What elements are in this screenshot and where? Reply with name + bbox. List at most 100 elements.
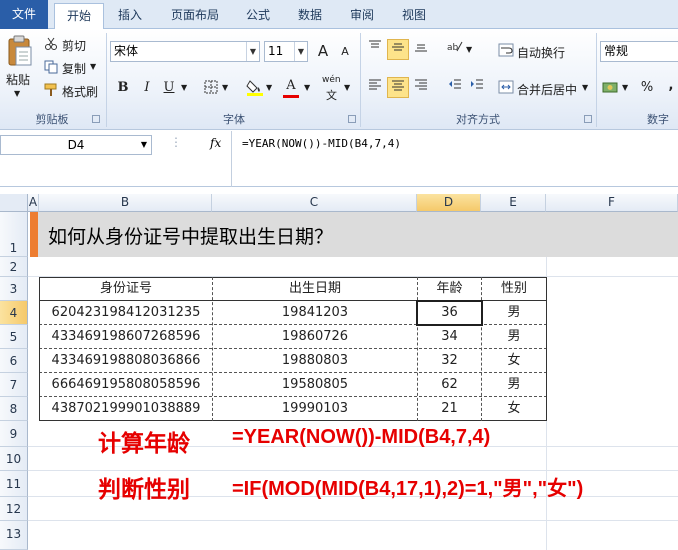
table-cell-id[interactable]: 666469195808058596 — [40, 373, 212, 397]
row-header-3[interactable]: 3 — [0, 277, 28, 301]
tab-review[interactable]: 审阅 — [340, 3, 384, 29]
table-cell-gender[interactable]: 男 — [482, 373, 546, 397]
underline-dropdown-icon[interactable]: ▼ — [181, 83, 187, 92]
column-header-a[interactable]: A — [28, 194, 39, 212]
currency-dropdown-icon[interactable]: ▼ — [622, 83, 628, 92]
align-right-icon[interactable] — [410, 77, 432, 98]
row-header-5[interactable]: 5 — [0, 325, 28, 349]
phonetic-guide-button[interactable]: wén — [322, 75, 341, 85]
orientation-icon[interactable]: ab — [444, 39, 466, 60]
table-cell-birth[interactable]: 19580805 — [213, 373, 417, 397]
table-header-id[interactable]: 身份证号 — [40, 277, 212, 301]
table-cell-birth[interactable]: 19990103 — [213, 397, 417, 421]
row-header-6[interactable]: 6 — [0, 349, 28, 373]
tab-file[interactable]: 文件 — [0, 0, 48, 29]
table-cell-gender[interactable]: 男 — [482, 301, 546, 325]
table-cell-gender[interactable]: 女 — [482, 397, 546, 421]
increase-indent-icon[interactable] — [466, 77, 488, 98]
table-cell-id[interactable]: 438702199901038889 — [40, 397, 212, 421]
currency-format-icon[interactable] — [602, 80, 620, 97]
tab-data[interactable]: 数据 — [288, 3, 332, 29]
align-middle-icon[interactable] — [387, 39, 409, 60]
row-header-2[interactable]: 2 — [0, 257, 28, 277]
fill-color-dropdown-icon[interactable]: ▼ — [266, 83, 272, 92]
borders-icon[interactable] — [204, 80, 218, 97]
table-cell-birth[interactable]: 19841203 — [213, 301, 417, 325]
align-bottom-icon[interactable] — [410, 39, 432, 60]
row-header-12[interactable]: 12 — [0, 497, 28, 521]
merge-center-button[interactable]: 合并后居中 — [517, 81, 577, 98]
row-header-10[interactable]: 10 — [0, 447, 28, 471]
fill-color-icon[interactable] — [246, 78, 264, 99]
paste-button[interactable]: 粘贴 — [6, 71, 30, 88]
tab-formulas[interactable]: 公式 — [236, 3, 280, 29]
tab-page-layout[interactable]: 页面布局 — [160, 3, 230, 29]
tab-insert[interactable]: 插入 — [108, 3, 152, 29]
table-cell-gender[interactable]: 男 — [482, 325, 546, 349]
table-cell-id[interactable]: 620423198412031235 — [40, 301, 212, 325]
grow-font-button[interactable]: A — [312, 41, 334, 62]
merge-dropdown-icon[interactable]: ▼ — [582, 83, 588, 92]
orientation-dropdown-icon[interactable]: ▼ — [466, 45, 472, 54]
copy-button[interactable]: 复制 — [62, 60, 86, 77]
column-header-f[interactable]: F — [546, 194, 678, 212]
table-header-age[interactable]: 年龄 — [418, 277, 481, 301]
table-cell-age[interactable]: 34 — [418, 325, 481, 349]
comma-style-button[interactable]: , — [660, 75, 678, 96]
row-header-4[interactable]: 4 — [0, 301, 28, 325]
font-launcher-icon[interactable] — [348, 115, 356, 123]
paste-icon[interactable] — [6, 35, 34, 67]
decrease-indent-icon[interactable] — [444, 77, 466, 98]
row-header-7[interactable]: 7 — [0, 373, 28, 397]
row-header-11[interactable]: 11 — [0, 471, 28, 497]
borders-dropdown-icon[interactable]: ▼ — [222, 83, 228, 92]
italic-button[interactable]: I — [136, 77, 158, 98]
wrap-text-button[interactable]: 自动换行 — [517, 44, 565, 61]
row-header-9[interactable]: 9 — [0, 421, 28, 447]
svg-text:ab: ab — [447, 43, 459, 53]
font-color-dropdown-icon[interactable]: ▼ — [304, 83, 310, 92]
underline-button[interactable]: U — [158, 77, 180, 98]
shrink-font-button[interactable]: A — [334, 41, 356, 62]
tab-view[interactable]: 视图 — [392, 3, 436, 29]
alignment-launcher-icon[interactable] — [584, 115, 592, 123]
column-header-e[interactable]: E — [481, 194, 546, 212]
table-cell-birth[interactable]: 19860726 — [213, 325, 417, 349]
percent-style-button[interactable]: % — [636, 77, 658, 98]
table-cell-birth[interactable]: 19880803 — [213, 349, 417, 373]
row-header-1[interactable]: 1 — [0, 212, 28, 257]
font-name-select[interactable]: 宋体 ▼ — [110, 41, 260, 62]
format-painter-button[interactable]: 格式刷 — [62, 83, 98, 100]
table-header-gender[interactable]: 性别 — [482, 277, 546, 301]
font-color-button[interactable]: A — [280, 75, 302, 96]
insert-function-button[interactable]: fx — [210, 136, 221, 150]
row-header-13[interactable]: 13 — [0, 521, 28, 550]
table-cell-age[interactable]: 21 — [418, 397, 481, 421]
tab-home[interactable]: 开始 — [54, 3, 104, 30]
column-header-c[interactable]: C — [212, 194, 417, 212]
table-cell-gender[interactable]: 女 — [482, 349, 546, 373]
column-header-b[interactable]: B — [39, 194, 212, 212]
bold-button[interactable]: B — [112, 77, 134, 98]
align-left-icon[interactable] — [364, 77, 386, 98]
copy-dropdown-icon[interactable]: ▼ — [90, 62, 96, 71]
font-size-select[interactable]: 11 ▼ — [264, 41, 308, 62]
table-cell-age[interactable]: 62 — [418, 373, 481, 397]
paste-dropdown-icon[interactable]: ▼ — [14, 89, 20, 98]
select-all-button[interactable] — [0, 194, 28, 212]
table-cell-id[interactable]: 433469198607268596 — [40, 325, 212, 349]
name-box[interactable]: D4 ▼ — [0, 135, 152, 155]
table-cell-id[interactable]: 433469198808036866 — [40, 349, 212, 373]
number-format-select[interactable]: 常规 — [600, 41, 678, 62]
column-header-d[interactable]: D — [417, 194, 481, 212]
align-top-icon[interactable] — [364, 39, 386, 60]
formula-input[interactable]: =YEAR(NOW())-MID(B4,7,4) — [231, 131, 678, 187]
clipboard-launcher-icon[interactable] — [92, 115, 100, 123]
row-header-8[interactable]: 8 — [0, 397, 28, 421]
cut-button[interactable]: 剪切 — [62, 37, 86, 54]
table-cell-age[interactable]: 32 — [418, 349, 481, 373]
table-cell-age[interactable]: 36 — [418, 301, 481, 325]
phonetic-dropdown-icon[interactable]: ▼ — [344, 83, 350, 92]
align-center-icon[interactable] — [387, 77, 409, 98]
table-header-birth[interactable]: 出生日期 — [213, 277, 417, 301]
